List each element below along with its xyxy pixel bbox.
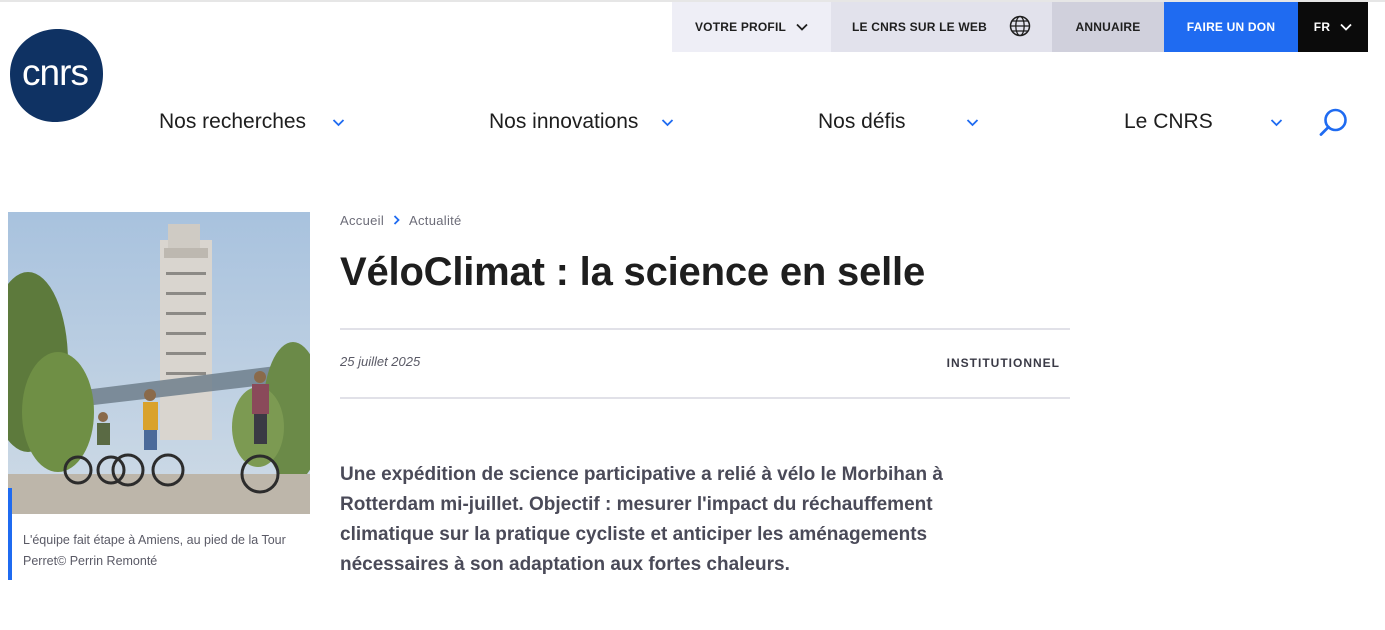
language-label: FR xyxy=(1313,20,1331,34)
chevron-down-icon[interactable] xyxy=(1270,114,1283,132)
nav-label: Nos recherches xyxy=(159,110,307,133)
chevron-right-icon xyxy=(393,213,400,228)
cnrs-sur-le-web-button[interactable]: LE CNRS SUR LE WEB xyxy=(831,2,1052,52)
votre-profil-label: VOTRE PROFIL xyxy=(694,20,787,34)
votre-profil-button[interactable]: VOTRE PROFIL xyxy=(672,2,831,52)
chevron-down-icon xyxy=(1340,20,1352,34)
faire-un-don-button[interactable]: FAIRE UN DON xyxy=(1164,2,1298,52)
cnrs-sur-le-web-label: LE CNRS SUR LE WEB xyxy=(852,20,987,34)
page-title: VéloClimat : la science en selle xyxy=(340,250,925,294)
chevron-down-icon[interactable] xyxy=(661,114,674,132)
chevron-down-icon xyxy=(796,20,808,34)
search-button[interactable] xyxy=(1318,107,1350,144)
breadcrumb-link-accueil[interactable]: Accueil xyxy=(340,213,384,228)
divider xyxy=(340,328,1070,330)
nav-nos-defis[interactable]: Nos défis xyxy=(818,108,906,136)
chevron-down-icon[interactable] xyxy=(332,114,345,132)
article-lead: Une expédition de science participative … xyxy=(340,464,943,575)
breadcrumb-current[interactable]: Actualité xyxy=(409,213,462,228)
utility-bar: VOTRE PROFIL LE CNRS SUR LE WEB ANNUAIRE… xyxy=(672,2,1368,52)
search-icon xyxy=(1318,108,1350,143)
nav-nos-innovations[interactable]: Nos innovations xyxy=(489,108,638,136)
article-image xyxy=(8,212,310,514)
breadcrumb: Accueil Actualité xyxy=(340,213,462,228)
faire-un-don-label: FAIRE UN DON xyxy=(1186,20,1276,34)
annuaire-label: ANNUAIRE xyxy=(1075,20,1141,34)
nav-label: Nos innovations xyxy=(489,110,639,133)
logo-text: cnrs xyxy=(22,52,88,93)
annuaire-button[interactable]: ANNUAIRE xyxy=(1052,2,1164,52)
image-caption: L'équipe fait étape à Amiens, au pied de… xyxy=(23,533,286,568)
chevron-down-icon[interactable] xyxy=(966,114,979,132)
nav-nos-recherches[interactable]: Nos recherches xyxy=(159,108,306,136)
nav-label: Le CNRS xyxy=(1124,110,1213,133)
divider xyxy=(340,397,1070,399)
language-selector[interactable]: FR xyxy=(1298,2,1368,52)
publication-date: 25 juillet 2025 xyxy=(340,354,421,369)
cnrs-logo[interactable]: cnrs xyxy=(8,27,104,123)
caption-accent-bar xyxy=(8,488,12,580)
category-tag[interactable]: INSTITUTIONNEL xyxy=(920,356,1060,370)
nav-label: Nos défis xyxy=(818,110,906,133)
nav-le-cnrs[interactable]: Le CNRS xyxy=(1124,108,1213,136)
globe-icon xyxy=(1009,15,1031,40)
